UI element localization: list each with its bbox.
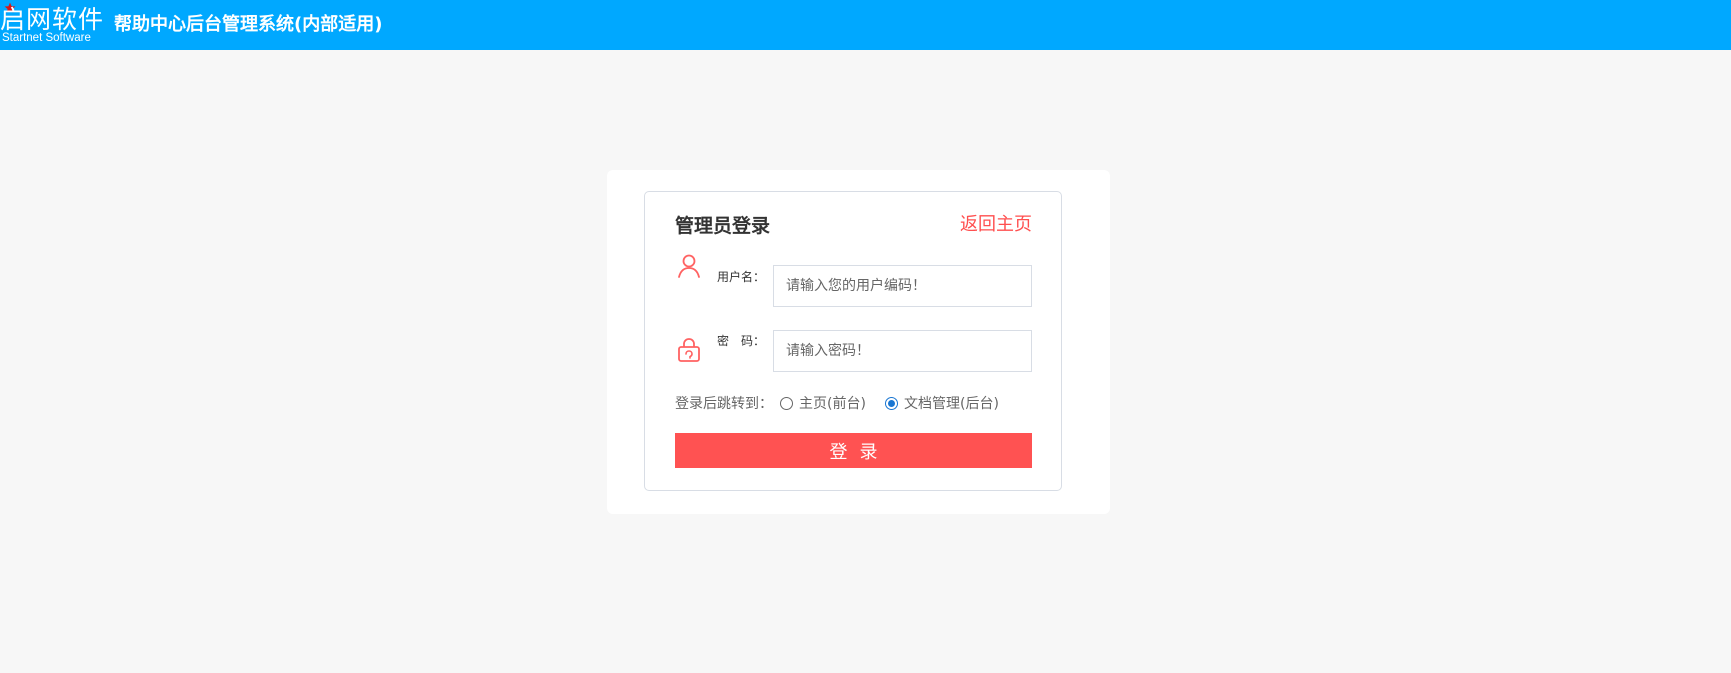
redirect-label: 登录后跳转到： (675, 396, 773, 412)
company-logo: 启网软件 Startnet Software (0, 2, 105, 46)
password-input[interactable] (773, 330, 1032, 372)
admin-login-panel: 管理员登录 返回主页 用户名： 密 码： 登录后跳转到： 主页(前台) 文档管理… (644, 191, 1062, 491)
username-input[interactable] (773, 265, 1032, 307)
user-icon (678, 254, 700, 278)
logo-text: 启网软件 (0, 5, 105, 34)
top-header: 启网软件 Startnet Software 帮助中心后台管理系统(内部适用) (0, 0, 1731, 50)
password-label: 密 码： (717, 334, 766, 348)
login-button[interactable]: 登录 (675, 433, 1032, 468)
login-title: 管理员登录 (675, 215, 771, 237)
document-management-radio[interactable] (885, 397, 898, 410)
username-label: 用户名： (717, 270, 766, 284)
redirect-option-group: 登录后跳转到： 主页(前台) 文档管理(后台) (675, 392, 1035, 416)
system-title: 帮助中心后台管理系统(内部适用) (114, 14, 383, 35)
lock-icon (678, 338, 700, 362)
home-radio[interactable] (780, 397, 793, 410)
logo-subtitle: Startnet Software (2, 32, 91, 44)
document-management-radio-label[interactable]: 文档管理(后台) (904, 392, 999, 416)
home-radio-label[interactable]: 主页(前台) (799, 392, 866, 416)
back-home-link[interactable]: 返回主页 (960, 212, 1032, 238)
